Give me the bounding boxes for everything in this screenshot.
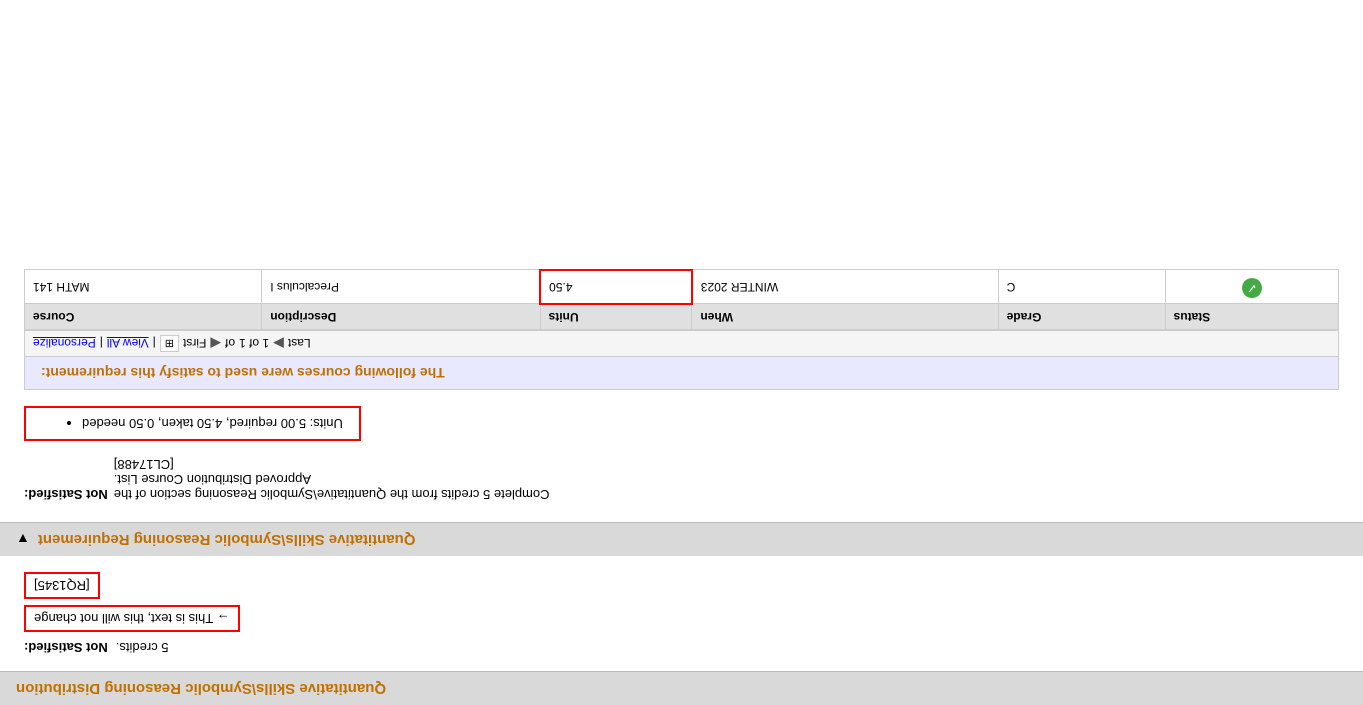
section1-credits-text: 5 credits.: [116, 640, 169, 655]
section2: Quantitative Skills\Symbolic Reasoning R…: [0, 249, 1363, 556]
prev-arrow[interactable]: ◀: [210, 335, 221, 352]
status-satisfied-icon: [1242, 279, 1262, 299]
cell-grade: C: [998, 270, 1165, 304]
first-label: First: [183, 337, 206, 351]
cell-course: MATH 141: [25, 270, 262, 304]
personalize-link[interactable]: Personalize: [33, 337, 96, 351]
nav-icon-box[interactable]: ⊞: [160, 335, 179, 352]
col-course: Course: [25, 304, 262, 330]
section1-not-satisfied-row: 5 credits. Not Satisfied:: [24, 640, 1339, 655]
next-arrow[interactable]: ▶: [273, 335, 284, 352]
col-status: Status: [1165, 304, 1338, 330]
cell-when: WINTER 2023: [692, 270, 998, 304]
courses-table-header: The following courses were used to satis…: [24, 356, 1339, 390]
section2-header[interactable]: Quantitative Skills\Symbolic Reasoning R…: [0, 522, 1363, 556]
cell-status: [1165, 270, 1338, 304]
table-row: MATH 141Precalculus I4.50WINTER 2023C: [25, 270, 1339, 304]
col-description: Description: [262, 304, 540, 330]
units-list: Units: 5.00 required, 4.50 taken, 0.50 n…: [62, 416, 343, 431]
section2-not-satisfied-block: Complete 5 credits from the Quantitative…: [24, 457, 1339, 502]
of-label: of: [225, 337, 235, 351]
table-header-row: Course Description Units When Grade Stat…: [25, 304, 1339, 330]
col-grade: Grade: [998, 304, 1165, 330]
page-info: 1 of 1: [239, 337, 269, 351]
section2-ns-label: Not Satisfied:: [24, 457, 108, 502]
cell-units: 4.50: [540, 270, 692, 304]
collapse-arrow-icon[interactable]: ▼: [16, 532, 30, 548]
section1-red-box: → This is text, this will not change: [24, 605, 240, 632]
section2-description: Complete 5 credits from the Quantitative…: [114, 457, 550, 502]
section1-clid-row: [RQ1345]: [24, 572, 1339, 599]
col-units: Units: [540, 304, 692, 330]
section1-not-satisfied-label: Not Satisfied:: [24, 640, 108, 655]
section2-ns-line1: Complete 5 credits from the Quantitative…: [24, 457, 1339, 502]
col-when: When: [692, 304, 998, 330]
view-all-link[interactable]: View All: [107, 337, 149, 351]
section1-header: Quantitative Skills\Symbolic Reasoning D…: [0, 671, 1363, 705]
section1: Quantitative Skills\Symbolic Reasoning D…: [0, 556, 1363, 705]
table-nav-bar: Last ▶ 1 of 1 of ◀ First ⊞ | View All | …: [24, 330, 1339, 356]
courses-table: Course Description Units When Grade Stat…: [24, 269, 1339, 330]
section1-body: 5 credits. Not Satisfied: → This is text…: [0, 556, 1363, 671]
cell-description: Precalculus I: [262, 270, 540, 304]
section2-body: Complete 5 credits from the Quantitative…: [0, 249, 1363, 522]
last-label: Last: [288, 337, 311, 351]
units-box: Units: 5.00 required, 4.50 taken, 0.50 n…: [24, 406, 361, 441]
units-box-wrapper: Units: 5.00 required, 4.50 taken, 0.50 n…: [24, 406, 1339, 441]
courses-table-section: The following courses were used to satis…: [24, 269, 1339, 390]
section1-clid: [RQ1345]: [24, 572, 100, 599]
section1-red-box-row: → This is text, this will not change: [24, 605, 1339, 632]
units-item: Units: 5.00 required, 4.50 taken, 0.50 n…: [82, 416, 343, 431]
